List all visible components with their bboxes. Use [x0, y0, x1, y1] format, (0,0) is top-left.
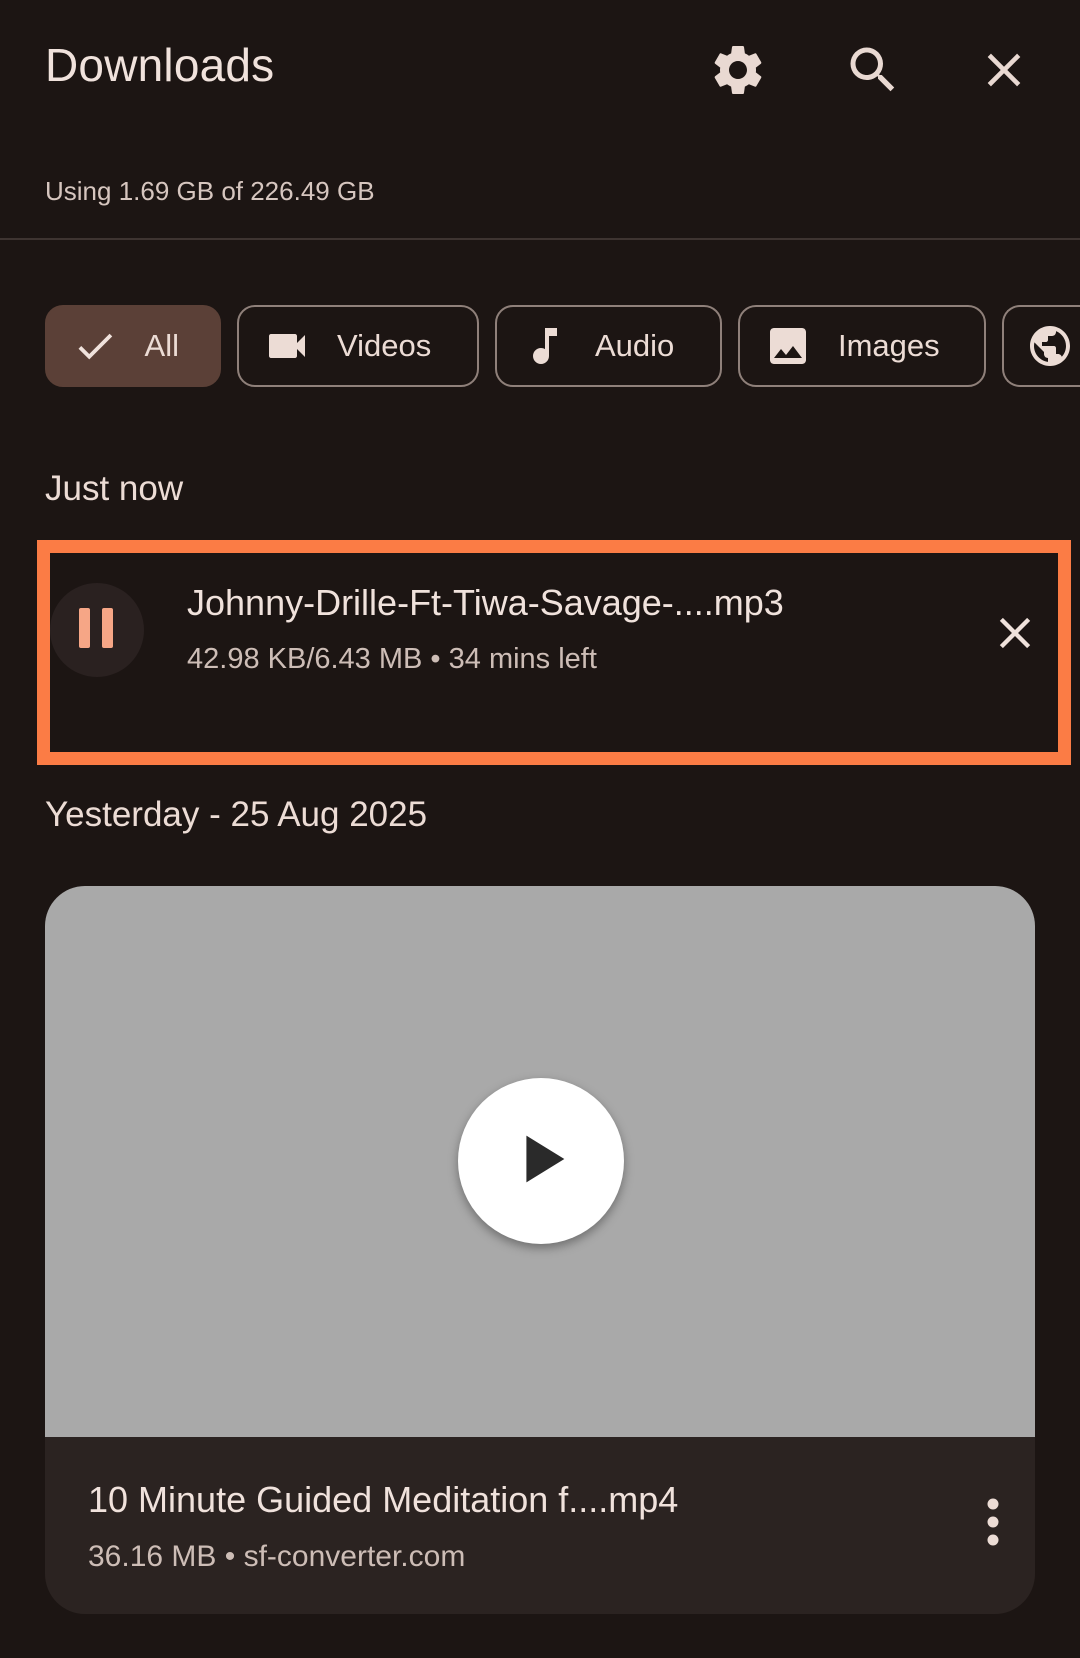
video-icon	[263, 322, 311, 370]
settings-icon[interactable]	[706, 38, 770, 102]
section-header-recent: Just now	[45, 469, 184, 508]
chip-other[interactable]	[1002, 305, 1080, 387]
pause-icon	[77, 606, 117, 655]
image-icon	[764, 322, 812, 370]
chip-videos[interactable]: Videos	[237, 305, 479, 387]
divider	[0, 238, 1080, 240]
close-icon[interactable]	[972, 38, 1036, 102]
check-icon	[71, 322, 119, 370]
chip-images[interactable]: Images	[738, 305, 986, 387]
filter-chips: All Videos Audio Images	[45, 305, 1080, 391]
video-download-card[interactable]: 10 Minute Guided Meditation f....mp4 36.…	[45, 886, 1035, 1614]
chip-label: All	[144, 328, 179, 363]
play-icon	[506, 1124, 576, 1199]
chip-audio[interactable]: Audio	[495, 305, 722, 387]
download-file-name: Johnny-Drille-Ft-Tiwa-Savage-....mp3	[187, 582, 784, 623]
video-file-details: 36.16 MB • sf-converter.com	[88, 1540, 466, 1573]
download-progress-text: 42.98 KB/6.43 MB • 34 mins left	[187, 643, 597, 675]
search-icon[interactable]	[841, 38, 905, 102]
play-button[interactable]	[458, 1078, 624, 1244]
close-icon	[989, 607, 1041, 664]
cancel-download-button[interactable]	[980, 600, 1050, 670]
pause-button[interactable]	[50, 583, 144, 677]
chip-label: Videos	[337, 328, 432, 363]
chip-label: Audio	[595, 328, 675, 363]
video-file-name: 10 Minute Guided Meditation f....mp4	[88, 1479, 679, 1520]
chip-all[interactable]: All	[45, 305, 221, 387]
video-thumbnail[interactable]	[45, 886, 1035, 1437]
globe-icon	[1026, 322, 1074, 370]
storage-usage: Using 1.69 GB of 226.49 GB	[45, 176, 375, 206]
music-note-icon	[521, 322, 569, 370]
more-vert-icon	[983, 1497, 1003, 1552]
page-title: Downloads	[45, 39, 275, 91]
more-options-button[interactable]	[963, 1486, 1023, 1562]
chip-label: Images	[838, 328, 940, 363]
section-header-yesterday: Yesterday - 25 Aug 2025	[45, 795, 428, 834]
